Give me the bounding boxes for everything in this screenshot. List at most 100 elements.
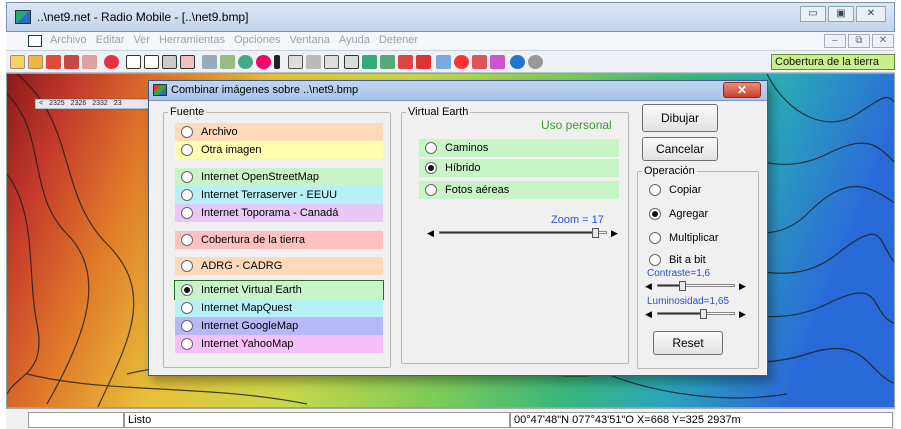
dialog-title: Combinar imágenes sobre ..\net9.bmp — [171, 84, 359, 96]
operation-option[interactable]: Bit a bit — [643, 251, 753, 269]
menu-ver[interactable]: Ver — [133, 34, 150, 46]
source-option[interactable]: Internet Toporama - Canadá — [175, 204, 383, 222]
menu-opciones[interactable]: Opciones — [234, 34, 280, 46]
radio-button[interactable] — [649, 254, 661, 266]
text-icon[interactable] — [288, 55, 303, 69]
source-option[interactable]: Internet Terraserver - EEUU — [175, 186, 383, 204]
source-option[interactable]: ADRG - CADRG — [175, 257, 383, 275]
mdi-minimize-button[interactable]: – — [824, 34, 846, 48]
radio-link-icon[interactable] — [344, 55, 359, 69]
source-option-label: Otra imagen — [201, 144, 262, 156]
brightness-slider[interactable]: ◀ ▶ — [645, 308, 749, 320]
source-option[interactable]: Internet GoogleMap — [175, 317, 383, 335]
tx-icon[interactable] — [436, 55, 451, 69]
close-window-button[interactable]: ✕ — [856, 6, 886, 22]
save-picture-icon[interactable] — [162, 55, 177, 69]
merge-icon[interactable] — [238, 55, 253, 69]
menu-herramientas[interactable]: Herramientas — [159, 34, 225, 46]
radio-button[interactable] — [181, 338, 193, 350]
units-icon[interactable] — [82, 55, 97, 69]
operation-option[interactable]: Multiplicar — [643, 229, 753, 247]
map-type-option[interactable]: Híbrido — [419, 159, 619, 177]
operation-option[interactable]: Agregar — [643, 205, 753, 223]
print-icon[interactable] — [180, 55, 195, 69]
cartesian-icon[interactable] — [416, 55, 431, 69]
radio-button[interactable] — [181, 234, 193, 246]
slider-right-arrow[interactable]: ▶ — [739, 280, 746, 292]
grid-icon[interactable] — [306, 55, 321, 69]
radio-button[interactable] — [425, 142, 437, 154]
zoom-label: Zoom = 17 — [551, 214, 604, 226]
radio-button[interactable] — [181, 207, 193, 219]
radio-button[interactable] — [181, 302, 193, 314]
contrast-slider[interactable]: ◀ ▶ — [645, 280, 749, 292]
radio-button[interactable] — [425, 184, 437, 196]
menu-ayuda[interactable]: Ayuda — [339, 34, 370, 46]
properties-icon[interactable] — [46, 55, 61, 69]
menu-ventana[interactable]: Ventana — [289, 34, 329, 46]
slider-left-arrow[interactable]: ◀ — [645, 308, 652, 320]
new-icon[interactable] — [10, 55, 25, 69]
minimize-button[interactable]: ▭ — [800, 6, 826, 22]
source-option[interactable]: Otra imagen — [175, 141, 383, 159]
radio-button[interactable] — [181, 126, 193, 138]
globe-icon[interactable] — [454, 55, 469, 69]
histogram-icon[interactable] — [490, 55, 505, 69]
radio-button[interactable] — [181, 260, 193, 272]
zoom-slider[interactable]: ◀ ▶ — [427, 227, 621, 239]
reset-button[interactable]: Reset — [653, 331, 723, 355]
radio-button[interactable] — [425, 162, 437, 174]
source-option[interactable]: Internet MapQuest — [175, 299, 383, 317]
mdi-close-button[interactable]: ✕ — [872, 34, 894, 48]
settings-icon[interactable] — [528, 55, 543, 69]
picture-icon[interactable] — [220, 55, 235, 69]
brightness-thumb[interactable] — [700, 309, 707, 319]
frame-icon[interactable] — [324, 55, 339, 69]
edit-icon[interactable] — [202, 55, 217, 69]
slider-right-arrow[interactable]: ▶ — [611, 227, 618, 239]
contrast-thumb[interactable] — [679, 281, 686, 291]
source-option[interactable]: Internet Virtual Earth — [174, 280, 384, 300]
map-icon[interactable] — [104, 55, 119, 69]
map-type-option[interactable]: Caminos — [419, 139, 619, 157]
radio-button[interactable] — [181, 171, 193, 183]
radio-button[interactable] — [649, 184, 661, 196]
source-option[interactable]: Internet YahooMap — [175, 335, 383, 353]
radio-button[interactable] — [181, 284, 193, 296]
route-icon[interactable] — [380, 55, 395, 69]
coverage-icon[interactable] — [362, 55, 377, 69]
menu-editar[interactable]: Editar — [96, 34, 125, 46]
menu-detener[interactable]: Detener — [379, 34, 418, 46]
network-icon[interactable] — [64, 55, 79, 69]
copy-icon[interactable] — [144, 55, 159, 69]
map-type-label: Híbrido — [445, 162, 481, 174]
internet-icon[interactable] — [510, 55, 525, 69]
radio-button[interactable] — [181, 189, 193, 201]
status-bar: Listo 00°47'48"N 077°43'51"O X=668 Y=325… — [6, 408, 895, 429]
radio-button[interactable] — [649, 208, 661, 220]
dialog-close-button[interactable]: ✕ — [723, 82, 761, 98]
mdi-restore-button[interactable]: ⧉ — [848, 34, 870, 48]
cancel-button[interactable]: Cancelar — [642, 137, 718, 161]
slider-left-arrow[interactable]: ◀ — [427, 227, 434, 239]
target-icon[interactable] — [256, 55, 271, 69]
radio-button[interactable] — [649, 232, 661, 244]
open-folder-icon[interactable] — [28, 55, 43, 69]
source-option[interactable]: Cobertura de la tierra — [175, 231, 383, 249]
new-window-icon[interactable] — [126, 55, 141, 69]
slider-left-arrow[interactable]: ◀ — [645, 280, 652, 292]
zoom-thumb[interactable] — [592, 228, 599, 238]
maximize-button[interactable]: ▣ — [828, 6, 854, 22]
map-type-option[interactable]: Fotos aéreas — [419, 181, 619, 199]
brightness-fill — [658, 313, 700, 314]
menu-archivo[interactable]: Archivo — [50, 34, 87, 46]
draw-button[interactable]: Dibujar — [642, 104, 718, 132]
operation-option[interactable]: Copiar — [643, 181, 753, 199]
satellite-icon[interactable] — [472, 55, 487, 69]
polar-icon[interactable] — [398, 55, 413, 69]
source-option[interactable]: Archivo — [175, 123, 383, 141]
radio-button[interactable] — [181, 320, 193, 332]
slider-right-arrow[interactable]: ▶ — [739, 308, 746, 320]
source-option[interactable]: Internet OpenStreetMap — [175, 168, 383, 186]
radio-button[interactable] — [181, 144, 193, 156]
